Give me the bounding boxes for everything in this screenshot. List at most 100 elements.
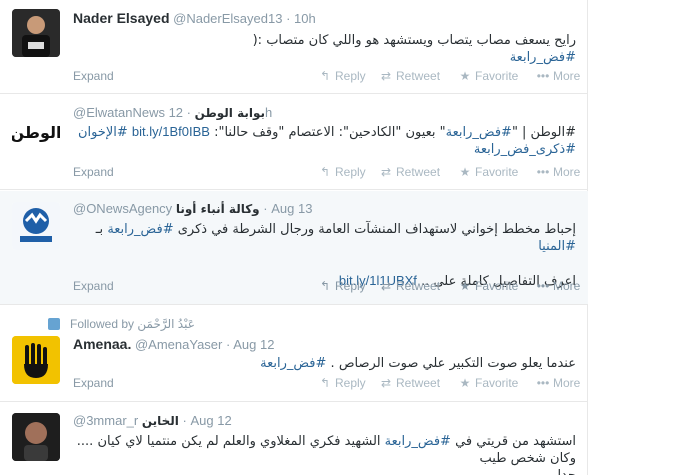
tweet-actions: Expand ↰ Reply ⇄ Retweet ★ Favorite ••• More (73, 69, 580, 85)
favorite-label: Favorite (475, 69, 519, 83)
hashtag-link[interactable]: #الإخوان (78, 125, 128, 140)
tweet-text-line: رايح يسعف مصاب يتصاب ويستشهد هو واللي كا… (252, 33, 576, 48)
tweet-item[interactable]: Followed by عَبْدُ الرَّحْمَن Amenaa. @A… (0, 306, 588, 402)
user-name[interactable]: الخاين (142, 414, 179, 428)
hashtag-link[interactable]: #فض_رابعة (260, 356, 326, 371)
followed-by-text[interactable]: Followed by عَبْدُ الرَّحْمَن (70, 317, 195, 331)
favorite-label: Favorite (475, 165, 519, 179)
favorite-button[interactable]: ★ Favorite (458, 69, 519, 83)
star-icon: ★ (459, 279, 471, 293)
user-name[interactable]: Amenaa. (73, 336, 131, 352)
star-icon: ★ (459, 165, 471, 179)
user-screen-name[interactable]: @3mmar_r (73, 413, 138, 428)
expand-link[interactable]: Expand (73, 69, 114, 83)
user-screen-name[interactable]: @NaderElsayed13 (173, 11, 282, 26)
more-icon: ••• (536, 69, 550, 83)
tweet-text: استشهد من قريتي في #فض_رابعة الشهيد فكري… (76, 433, 576, 475)
more-label: More (553, 165, 581, 179)
avatar[interactable]: الوطن (12, 107, 60, 155)
tweet-text-segment: استشهد من قريتي في (450, 434, 576, 449)
expand-link[interactable]: Expand (73, 376, 114, 390)
tweet-text-segment: بـ (95, 222, 108, 237)
retweet-label: Retweet (396, 376, 441, 390)
favorite-button[interactable]: ★ Favorite (458, 279, 519, 293)
tweet-item[interactable]: @ONewsAgency وكالة أنباء أونا · Aug 13 إ… (0, 191, 588, 305)
tweet-text-segment: عندما يعلو صوت التكبير علي صوت الرصاص . (326, 356, 576, 371)
tweet-text: #الوطن | "#فض_رابعة" بعيون "الكادحين": ا… (76, 123, 576, 158)
timestamp[interactable]: Aug 13 (271, 201, 312, 216)
more-button[interactable]: ••• More (536, 279, 581, 293)
more-button[interactable]: ••• More (536, 69, 581, 83)
more-icon: ••• (536, 165, 550, 179)
timestamp[interactable]: Aug 12 (233, 337, 274, 352)
url-link[interactable]: bit.ly/1Bf0IBB (132, 124, 210, 139)
favorite-button[interactable]: ★ Favorite (458, 165, 519, 179)
retweet-label: Retweet (396, 279, 441, 293)
more-label: More (553, 69, 581, 83)
avatar-image (12, 336, 60, 384)
retweet-label: Retweet (396, 165, 441, 179)
user-screen-name[interactable]: @ElwatanNews (73, 105, 165, 120)
avatar[interactable] (12, 336, 60, 384)
retweet-label: Retweet (396, 69, 441, 83)
tweet-item[interactable]: الوطن @ElwatanNews بوابة الوطن · 12h #ال… (0, 95, 588, 190)
tweet-header: Amenaa. @AmenaYaser · Aug 12 (73, 336, 274, 352)
hashtag-link[interactable]: #فض_رابعة (107, 222, 173, 237)
expand-link[interactable]: Expand (73, 279, 114, 293)
retweet-button[interactable]: ⇄ Retweet (379, 376, 440, 390)
separator-dot: · (182, 413, 187, 428)
reply-button[interactable]: ↰ Reply (318, 279, 366, 293)
tweet-header: Nader Elsayed @NaderElsayed13 · 10h (73, 10, 316, 26)
reply-label: Reply (335, 376, 366, 390)
more-label: More (553, 376, 581, 390)
reply-button[interactable]: ↰ Reply (318, 69, 366, 83)
separator-dot: · (263, 201, 268, 216)
retweet-icon: ⇄ (380, 69, 392, 83)
reply-icon: ↰ (319, 279, 331, 293)
tweet-item[interactable]: @3mmar_r الخاين · Aug 12 استشهد من قريتي… (0, 403, 588, 475)
retweet-button[interactable]: ⇄ Retweet (379, 165, 440, 179)
more-button[interactable]: ••• More (536, 376, 581, 390)
reply-icon: ↰ (319, 376, 331, 390)
user-name[interactable]: Nader Elsayed (73, 10, 170, 26)
reply-button[interactable]: ↰ Reply (318, 165, 366, 179)
more-icon: ••• (536, 279, 550, 293)
tweet-header: @3mmar_r الخاين · Aug 12 (73, 413, 232, 428)
tweet-actions: Expand ↰ Reply ⇄ Retweet ★ Favorite ••• More (73, 279, 580, 295)
tweet-item[interactable]: Nader Elsayed @NaderElsayed13 · 10h رايح… (0, 0, 588, 94)
user-screen-name[interactable]: @AmenaYaser (135, 337, 222, 352)
more-icon: ••• (536, 376, 550, 390)
avatar[interactable] (12, 9, 60, 57)
avatar-image (12, 9, 60, 57)
tweet-text-segment: #الوطن | " (511, 125, 576, 140)
retweet-button[interactable]: ⇄ Retweet (379, 279, 440, 293)
hashtag-link[interactable]: #فض_رابعة (446, 125, 512, 140)
favorite-button[interactable]: ★ Favorite (458, 376, 519, 390)
hashtag-link[interactable]: #فض_رابعة (385, 434, 451, 449)
reply-label: Reply (335, 165, 366, 179)
hashtag-link[interactable]: #المنيا (538, 239, 576, 254)
retweet-button[interactable]: ⇄ Retweet (379, 69, 440, 83)
star-icon: ★ (459, 376, 471, 390)
more-button[interactable]: ••• More (536, 165, 581, 179)
reply-button[interactable]: ↰ Reply (318, 376, 366, 390)
favorite-label: Favorite (475, 279, 519, 293)
user-screen-name[interactable]: @ONewsAgency (73, 201, 172, 216)
reply-label: Reply (335, 279, 366, 293)
avatar[interactable] (12, 202, 60, 250)
person-icon (48, 318, 60, 330)
timestamp[interactable]: 10h (294, 11, 316, 26)
tweet-header: @ONewsAgency وكالة أنباء أونا · Aug 13 (73, 201, 312, 216)
favorite-label: Favorite (475, 376, 519, 390)
separator-dot: · (226, 337, 231, 352)
hashtag-link[interactable]: #ذكرى_فض_رابعة (474, 142, 576, 157)
hashtag-link[interactable]: #فض_رابعة (510, 50, 576, 65)
expand-link[interactable]: Expand (73, 165, 114, 179)
timestamp[interactable]: Aug 12 (191, 413, 232, 428)
avatar[interactable] (12, 413, 60, 461)
reply-label: Reply (335, 69, 366, 83)
separator-dot: · (286, 11, 291, 26)
user-name[interactable]: وكالة أنباء أونا (176, 202, 260, 216)
followed-by-context: Followed by عَبْدُ الرَّحْمَن (48, 317, 195, 331)
user-name[interactable]: بوابة الوطن (195, 106, 265, 120)
